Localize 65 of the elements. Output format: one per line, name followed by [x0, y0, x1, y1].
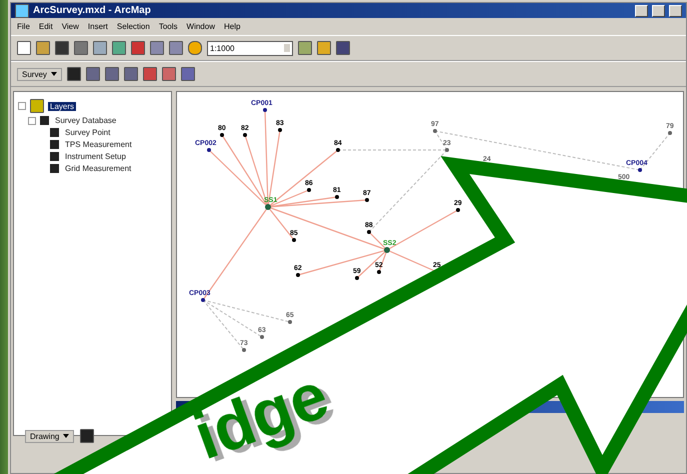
survey-point — [296, 273, 300, 277]
menu-item[interactable]: Help — [224, 22, 240, 31]
expander-icon[interactable] — [18, 102, 26, 110]
overlay-text: idge — [184, 357, 338, 474]
survey-point — [265, 204, 271, 210]
survey-point — [207, 148, 211, 152]
menu-item[interactable]: View — [62, 22, 79, 31]
survey-point — [263, 108, 267, 112]
close-button[interactable] — [669, 4, 682, 16]
minimize-button[interactable] — [635, 4, 648, 16]
checkbox[interactable] — [50, 152, 59, 161]
checkbox[interactable] — [40, 116, 49, 125]
layer-label[interactable]: Layers — [48, 102, 76, 110]
survey-point — [335, 195, 339, 199]
survey-point — [668, 131, 672, 135]
expander-icon[interactable] — [28, 116, 36, 124]
survey-point — [433, 129, 437, 133]
survey-point — [288, 320, 292, 324]
survey-point — [242, 348, 246, 352]
app-icon — [15, 4, 29, 18]
survey-point — [377, 270, 381, 274]
layer-label[interactable]: Survey Point — [63, 128, 112, 137]
toolbar-icon[interactable] — [124, 67, 138, 81]
survey-point — [456, 208, 460, 212]
layer-label[interactable]: Survey Database — [53, 116, 118, 125]
layer-label[interactable]: Grid Measurement — [63, 164, 134, 173]
survey-point — [384, 247, 390, 253]
layer-label[interactable]: TPS Measurement — [63, 140, 134, 149]
survey-point — [292, 238, 296, 242]
checkbox[interactable] — [50, 140, 59, 149]
maximize-button[interactable] — [652, 4, 665, 16]
survey-dropdown[interactable]: Survey — [17, 68, 62, 80]
menu-item[interactable]: File — [17, 22, 30, 31]
toolbar-icon[interactable] — [66, 67, 81, 81]
layers-icon — [30, 99, 44, 113]
survey-point — [260, 335, 264, 339]
menu-item[interactable]: Edit — [38, 22, 53, 31]
toolbar-icon[interactable] — [162, 67, 176, 81]
drawing-dropdown[interactable]: Drawing — [25, 430, 74, 442]
survey-point — [638, 168, 642, 172]
window-title: ArcSurvey.mxd - ArcMap — [33, 5, 152, 16]
scale-field[interactable]: 1:1000 — [207, 40, 293, 56]
toolbar-icon[interactable] — [188, 41, 202, 55]
survey-point — [278, 128, 282, 132]
survey-point — [307, 188, 311, 192]
menu-item[interactable]: Insert — [88, 22, 108, 31]
survey-point — [355, 276, 359, 280]
toolbar-icon[interactable] — [86, 67, 100, 81]
toolbar-icon[interactable] — [142, 67, 157, 81]
toolbar-icon[interactable] — [180, 67, 195, 81]
survey-point — [367, 230, 371, 234]
toolbar-icon[interactable] — [17, 41, 31, 55]
survey-point — [201, 298, 205, 302]
checkbox[interactable] — [50, 128, 59, 137]
survey-point — [445, 148, 449, 152]
menu-item[interactable]: Selection — [116, 22, 150, 31]
survey-point — [243, 133, 247, 137]
menu-item[interactable]: Window — [186, 22, 215, 31]
survey-point — [336, 148, 340, 152]
menu-item[interactable]: Tools — [158, 22, 178, 31]
survey-point — [365, 198, 369, 202]
toolbar-icon[interactable] — [104, 67, 119, 81]
layer-label[interactable]: Instrument Setup — [63, 152, 128, 161]
checkbox[interactable] — [50, 164, 59, 173]
survey-point — [220, 133, 224, 137]
